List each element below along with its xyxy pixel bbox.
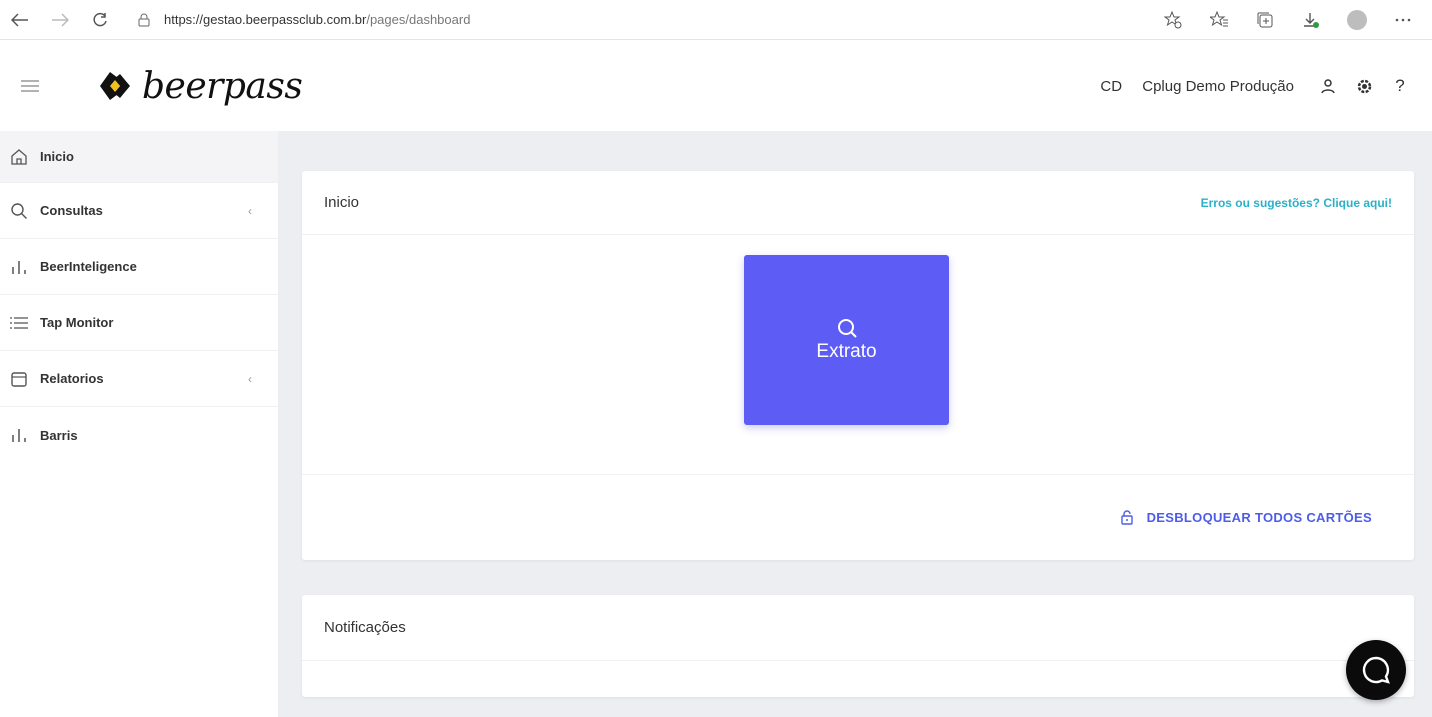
chevron-left-icon: ‹	[248, 371, 252, 386]
chevron-left-icon: ‹	[248, 203, 252, 218]
card-title: Inicio	[324, 194, 360, 211]
star-add-icon[interactable]	[1150, 2, 1196, 38]
logo-text: beerpass	[142, 65, 303, 107]
refresh-icon[interactable]	[80, 2, 120, 38]
inicio-card: Inicio Erros ou sugestões? Clique aqui! …	[302, 171, 1414, 560]
list-icon	[8, 312, 30, 334]
sidebar-item-tap-monitor[interactable]: Tap Monitor	[0, 295, 278, 351]
downloads-icon[interactable]	[1288, 2, 1334, 38]
home-icon	[8, 146, 30, 168]
hamburger-menu-icon[interactable]	[0, 56, 60, 116]
search-icon	[837, 319, 857, 338]
sidebar: Inicio Consultas ‹ BeerInteligence Tap M…	[0, 131, 278, 717]
bar-chart-icon	[8, 424, 30, 446]
sidebar-item-label: Consultas	[40, 203, 103, 218]
bar-chart-icon	[8, 256, 30, 278]
forward-arrow-icon[interactable]	[40, 2, 80, 38]
beerpass-logo-icon	[100, 72, 130, 100]
sidebar-item-consultas[interactable]: Consultas ‹	[0, 183, 278, 239]
unlock-label: DESBLOQUEAR TODOS CARTÕES	[1146, 509, 1372, 525]
extrato-label: Extrato	[816, 341, 877, 362]
sidebar-item-label: Barris	[40, 427, 78, 443]
chat-support-button[interactable]	[1346, 640, 1406, 700]
brand-logo[interactable]: beerpass	[98, 46, 303, 126]
search-icon	[8, 200, 30, 222]
sidebar-item-inicio[interactable]: Inicio	[0, 131, 278, 183]
url-base: https://gestao.beerpassclub.com.br	[164, 12, 367, 27]
sidebar-item-relatorios[interactable]: Relatorios ‹	[0, 351, 278, 407]
inicio-card-header: Inicio Erros ou sugestões? Clique aqui!	[302, 171, 1414, 235]
extrato-button[interactable]: Extrato	[744, 255, 949, 425]
shortcut-area: Extrato	[302, 235, 1414, 475]
sidebar-item-label: Tap Monitor	[40, 315, 114, 330]
notificacoes-card: Notificações	[302, 595, 1414, 697]
more-icon[interactable]	[1380, 2, 1426, 38]
back-arrow-icon[interactable]	[0, 2, 40, 38]
user-icon[interactable]	[1310, 68, 1346, 104]
feedback-link[interactable]: Erros ou sugestões? Clique aqui!	[1201, 196, 1392, 210]
main-content: Inicio Erros ou sugestões? Clique aqui! …	[278, 131, 1432, 717]
sidebar-item-beerinteligence[interactable]: BeerInteligence	[0, 239, 278, 295]
collections-icon[interactable]	[1242, 2, 1288, 38]
sidebar-item-label: Relatorios	[40, 371, 104, 386]
inicio-card-footer: DESBLOQUEAR TODOS CARTÕES	[302, 475, 1414, 559]
unlock-all-cards-button[interactable]: DESBLOQUEAR TODOS CARTÕES	[1120, 509, 1372, 525]
card-title: Notificações	[324, 619, 406, 636]
lock-icon[interactable]	[134, 10, 154, 30]
user-name[interactable]: Cplug Demo Produção	[1142, 78, 1294, 95]
favorites-icon[interactable]	[1196, 2, 1242, 38]
notificacoes-card-header: Notificações	[302, 595, 1414, 661]
sidebar-item-label: Inicio	[40, 149, 74, 164]
url-path: /pages/dashboard	[366, 12, 471, 27]
profile-icon[interactable]	[1334, 2, 1380, 38]
user-avatar[interactable]: CD	[1088, 63, 1135, 109]
gear-icon[interactable]	[1346, 68, 1382, 104]
chat-bubble-icon	[1362, 656, 1390, 684]
folder-icon	[8, 368, 30, 390]
sidebar-item-label: BeerInteligence	[40, 259, 137, 274]
browser-toolbar: https://gestao.beerpassclub.com.br/pages…	[0, 0, 1432, 40]
app-header: beerpass CD Cplug Demo Produção ?	[0, 41, 1432, 131]
sidebar-item-barris[interactable]: Barris	[0, 407, 278, 463]
help-icon[interactable]: ?	[1382, 68, 1418, 104]
address-bar[interactable]: https://gestao.beerpassclub.com.br/pages…	[134, 5, 470, 35]
unlock-icon	[1120, 509, 1133, 525]
